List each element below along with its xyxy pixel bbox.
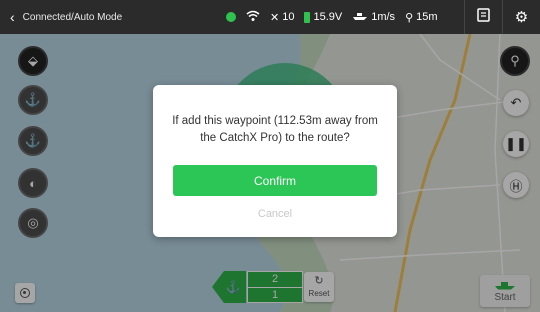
depth-value: 15m: [416, 11, 438, 23]
satellite-count: 10: [282, 11, 295, 23]
battery-voltage: 15.9V: [313, 11, 343, 23]
depth-icon: ⚲: [405, 11, 414, 24]
wifi-icon: [246, 10, 260, 25]
top-status-bar: ‹ Connected/Auto Mode ✕ 10 15.9V 1m/s ⚲ …: [0, 0, 540, 34]
satellite-icon: ✕: [270, 11, 280, 24]
settings-button[interactable]: ⚙: [502, 0, 540, 34]
add-waypoint-dialog: If add this waypoint (112.53m away from …: [153, 85, 397, 237]
status-indicators: ✕ 10 15.9V 1m/s ⚲ 15m: [226, 0, 438, 34]
speed-status: 1m/s: [352, 11, 395, 24]
chevron-left-icon: ‹: [10, 9, 15, 25]
connection-dot-icon: [226, 12, 236, 22]
connection-mode: Connected/Auto Mode: [22, 11, 123, 23]
battery-icon: [304, 11, 311, 23]
dialog-message: If add this waypoint (112.53m away from …: [172, 115, 378, 144]
confirm-button[interactable]: Confirm: [173, 165, 377, 196]
battery-status: 15.9V: [304, 11, 342, 23]
gear-icon: ⚙: [514, 9, 529, 26]
back-button[interactable]: ‹ Connected/Auto Mode: [10, 0, 122, 34]
depth-status: ⚲ 15m: [405, 11, 437, 24]
log-button[interactable]: [464, 0, 502, 34]
boat-speed-icon: [352, 11, 368, 24]
log-icon: [476, 7, 492, 27]
satellite-status: ✕ 10: [270, 11, 294, 24]
speed-value: 1m/s: [371, 11, 396, 23]
cancel-button[interactable]: Cancel: [173, 203, 377, 225]
